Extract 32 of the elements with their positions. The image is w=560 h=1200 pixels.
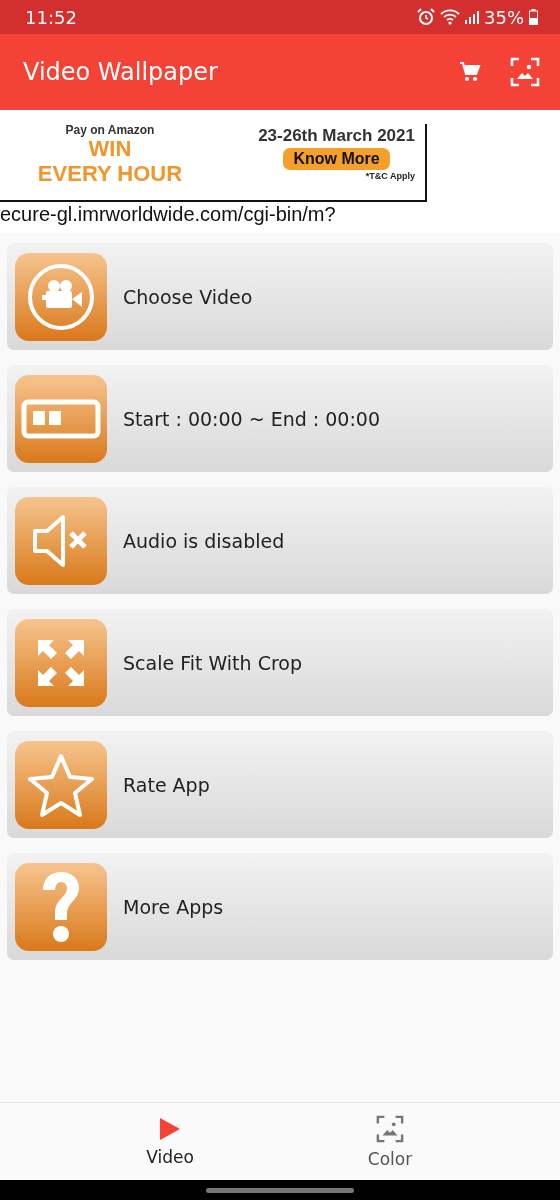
menu-item[interactable]: Start : 00:00 ~ End : 00:00 [7,365,553,472]
image-icon[interactable] [510,57,540,87]
expand-arrows-icon [36,637,86,688]
nav-tab[interactable]: Color [340,1103,440,1180]
menu-item[interactable]: More Apps [7,853,553,960]
ad-headline: WIN [88,137,132,161]
ad-dates: 23-26th March 2021 [258,126,415,146]
menu-item[interactable]: Rate App [7,731,553,838]
status-time: 11:52 [25,6,77,28]
signal-icon [465,10,479,24]
star-icon [26,751,96,818]
app-title: Video Wallpaper [23,58,219,86]
menu-item[interactable]: Choose Video [7,243,553,350]
ad-headline: EVERY HOUR [37,161,183,187]
ad-fine-print: *T&C Apply [365,171,415,181]
video-camera-icon [26,261,96,332]
battery-icon [529,9,538,25]
image-icon [376,1114,404,1143]
know-more-button[interactable]: Know More [283,148,390,170]
alarm-icon [417,8,435,26]
cart-icon[interactable] [458,60,482,84]
battery-percent: 35% [484,6,524,28]
wifi-icon [440,9,460,25]
menu-item[interactable]: Audio is disabled [7,487,553,594]
home-handle[interactable] [206,1187,354,1193]
nav-tab[interactable]: Video [120,1103,220,1180]
menu-item[interactable]: Scale Fit With Crop [7,609,553,716]
ad-banner[interactable]: Pay on Amazon WIN EVERY HOUR 23-26th March 2021 Know More *T&C Apply [0,124,427,202]
url-text: ecure-gl.imrworldwide.com/cgi-bin/m? [0,202,560,233]
range-bar-icon [21,398,101,439]
ad-text: Pay on Amazon [65,124,155,137]
play-icon [159,1116,181,1141]
